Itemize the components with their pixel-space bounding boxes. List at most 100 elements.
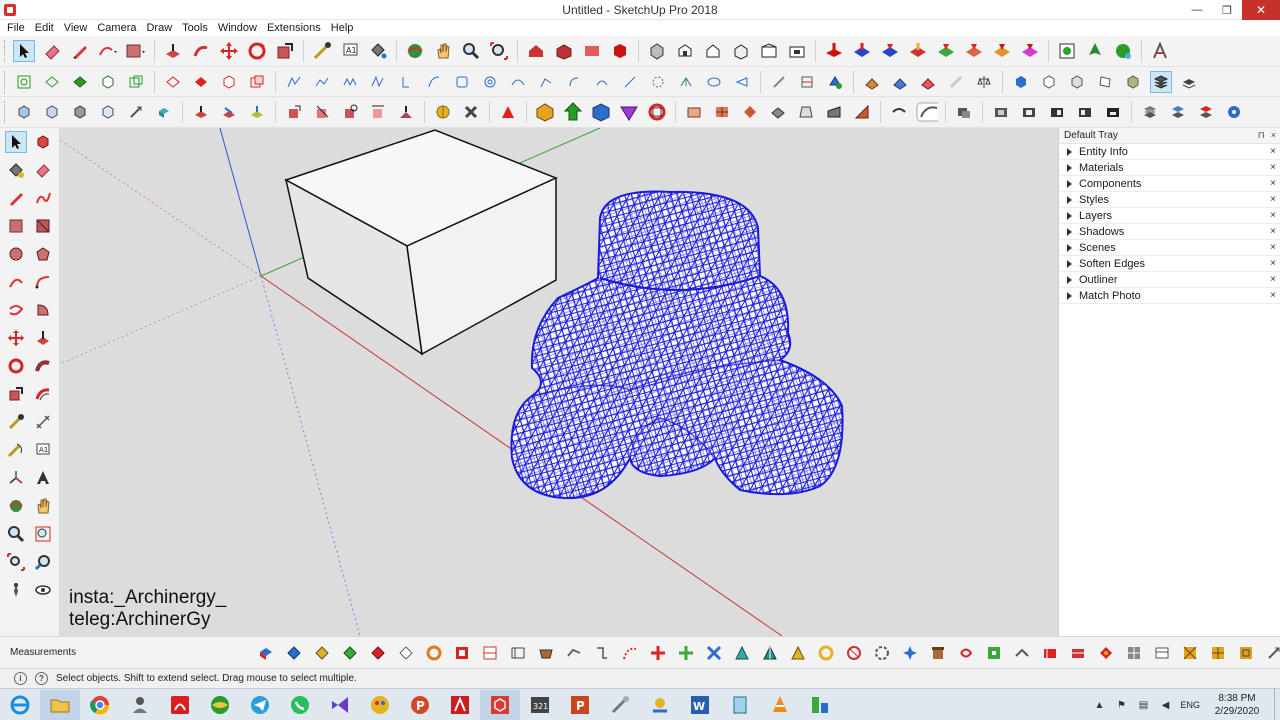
protractor-icon[interactable] — [5, 439, 27, 461]
bottom-tool-2-icon[interactable] — [283, 642, 305, 664]
bottom-tool-3-icon[interactable] — [311, 642, 333, 664]
curviloft-2-icon[interactable] — [711, 101, 733, 123]
right-view-icon[interactable] — [730, 40, 752, 62]
bezier-arc-icon[interactable] — [888, 101, 910, 123]
move-tool-icon[interactable] — [218, 40, 240, 62]
circle-tool-icon[interactable] — [5, 243, 27, 265]
media-321-icon[interactable]: 321 — [520, 690, 560, 720]
bezier-spline-icon[interactable] — [916, 101, 938, 123]
tray-panel-styles[interactable]: Styles × — [1059, 192, 1280, 208]
axes-tool-icon[interactable] — [5, 467, 27, 489]
bottom-tool-16-icon[interactable] — [675, 642, 697, 664]
freehand-10-icon[interactable] — [535, 71, 557, 93]
pyramid-icon[interactable] — [497, 101, 519, 123]
restore-button[interactable]: ❐ — [1212, 0, 1242, 20]
flip-edge-icon[interactable] — [991, 40, 1013, 62]
back-edges-icon[interactable] — [190, 71, 212, 93]
tray-panel-shadows[interactable]: Shadows × — [1059, 224, 1280, 240]
follow-me-icon[interactable] — [190, 40, 212, 62]
visual-studio-icon[interactable] — [320, 690, 360, 720]
add-detail-icon[interactable] — [963, 40, 985, 62]
tray-pin-icon[interactable]: ⊓ — [1258, 130, 1265, 141]
push-pull-icon[interactable] — [32, 327, 54, 349]
group-3-icon[interactable] — [1046, 101, 1068, 123]
menu-file[interactable]: File — [2, 22, 30, 34]
paint-bucket-icon[interactable] — [367, 40, 389, 62]
model-viewport[interactable]: insta:_Archinergy_ teleg:ArchinerGy — [60, 128, 1058, 636]
solar-north-icon[interactable] — [1149, 40, 1171, 62]
scale-tool-icon[interactable] — [274, 40, 296, 62]
zoom-window-icon[interactable] — [32, 523, 54, 545]
fredo-scale-2-icon[interactable] — [311, 101, 333, 123]
bottom-tool-12-icon[interactable] — [563, 642, 585, 664]
globe-app-icon[interactable] — [200, 690, 240, 720]
layers-stack-icon[interactable] — [1150, 70, 1172, 93]
language-indicator[interactable]: ENG — [1180, 700, 1200, 710]
solid-subtract-icon[interactable] — [917, 71, 939, 93]
components-warehouse-icon[interactable] — [553, 40, 575, 62]
view-back-small-icon[interactable] — [125, 101, 147, 123]
freehand-16-icon[interactable] — [703, 71, 725, 93]
freehand-17-icon[interactable] — [731, 71, 753, 93]
share-model-icon[interactable] — [581, 40, 603, 62]
menu-draw[interactable]: Draw — [141, 22, 177, 34]
line-offset-icon[interactable] — [768, 71, 790, 93]
menu-camera[interactable]: Camera — [92, 22, 141, 34]
powerpoint-icon[interactable]: P — [560, 690, 600, 720]
panel-close-icon[interactable]: × — [1270, 146, 1276, 157]
add-location-icon[interactable] — [1112, 40, 1134, 62]
section-plane-icon[interactable] — [13, 71, 35, 93]
shape-up-icon[interactable] — [562, 101, 584, 123]
eraser-icon[interactable] — [32, 159, 54, 181]
toolbar-grip[interactable] — [4, 101, 7, 123]
shape-cube-icon[interactable] — [590, 101, 612, 123]
freehand-5-icon[interactable] — [395, 71, 417, 93]
make-component-icon[interactable] — [32, 131, 54, 153]
zoom-extents-icon[interactable] — [488, 40, 510, 62]
stack-1-icon[interactable] — [1139, 101, 1161, 123]
bottom-tool-13-icon[interactable] — [591, 642, 613, 664]
freehand-7-icon[interactable] — [451, 71, 473, 93]
file-explorer-icon[interactable] — [40, 689, 80, 720]
fillet-icon[interactable] — [796, 71, 818, 93]
bottom-tool-30-icon[interactable] — [1067, 642, 1089, 664]
bottom-tool-35-icon[interactable] — [1207, 642, 1229, 664]
group-4-icon[interactable] — [1074, 101, 1096, 123]
bottom-tool-7-icon[interactable] — [423, 642, 445, 664]
fredo-scale-1-icon[interactable] — [283, 101, 305, 123]
group-5-icon[interactable] — [1102, 101, 1124, 123]
autocad-icon[interactable] — [440, 690, 480, 720]
freehand-13-icon[interactable] — [619, 71, 641, 93]
stamp-icon[interactable] — [907, 40, 929, 62]
scale-tool-icon[interactable] — [5, 383, 27, 405]
curviloft-3-icon[interactable] — [739, 101, 761, 123]
panel-close-icon[interactable]: × — [1270, 210, 1276, 221]
app-green-icon[interactable] — [800, 690, 840, 720]
panel-close-icon[interactable]: × — [1270, 162, 1276, 173]
menu-edit[interactable]: Edit — [30, 22, 59, 34]
toolbar-grip[interactable] — [4, 70, 7, 93]
vlc-icon[interactable] — [760, 690, 800, 720]
menu-window[interactable]: Window — [213, 22, 262, 34]
orbit-icon[interactable] — [404, 40, 426, 62]
move-tool-icon[interactable] — [5, 327, 27, 349]
freehand-8-icon[interactable] — [479, 71, 501, 93]
text-tool-icon[interactable]: A1 — [339, 40, 361, 62]
eraser-icon[interactable] — [41, 40, 63, 62]
bottom-tool-21-icon[interactable] — [815, 642, 837, 664]
drape-icon[interactable] — [935, 40, 957, 62]
panel-close-icon[interactable]: × — [1270, 258, 1276, 269]
tray-close-icon[interactable]: × — [1271, 130, 1276, 141]
box-model[interactable] — [284, 129, 558, 356]
bottom-tool-20-icon[interactable] — [787, 642, 809, 664]
curviloft-5-icon[interactable] — [795, 101, 817, 123]
bottom-tool-37-icon[interactable] — [1263, 642, 1280, 664]
bottom-tool-14-icon[interactable] — [619, 642, 641, 664]
tape-measure-icon[interactable] — [311, 40, 333, 62]
select-tool-icon[interactable] — [4, 131, 27, 153]
front-view-icon[interactable] — [702, 40, 724, 62]
bottom-tool-29-icon[interactable] — [1039, 642, 1061, 664]
toolbar-grip[interactable] — [4, 40, 7, 62]
info-circle-icon[interactable]: i — [14, 672, 27, 685]
bottom-tool-31-icon[interactable] — [1095, 642, 1117, 664]
